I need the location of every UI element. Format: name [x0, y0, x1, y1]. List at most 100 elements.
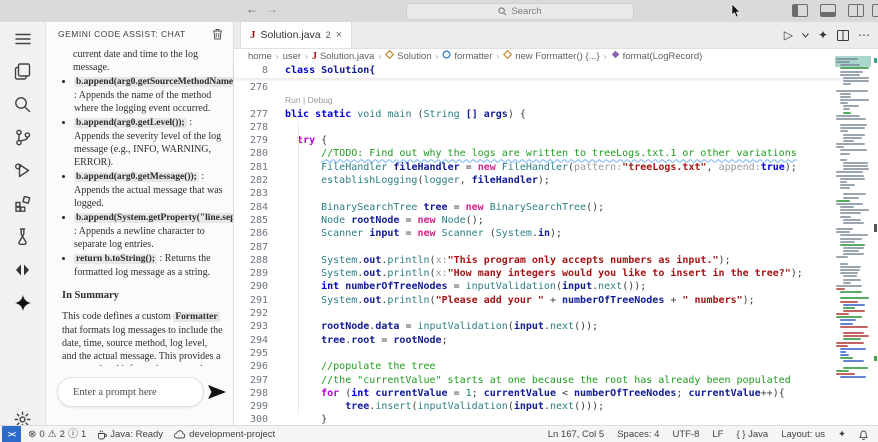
code-line[interactable]: 278	[234, 121, 858, 134]
code-line[interactable]: 293 rootNode.data = inputValidation(inpu…	[234, 320, 858, 333]
trash-icon[interactable]	[212, 28, 223, 40]
activity-testing-icon[interactable]	[0, 220, 45, 253]
code-line[interactable]: 291 System.out.println("Please add your …	[234, 294, 858, 307]
gemini-sparkle-icon[interactable]: ✦	[818, 29, 828, 41]
tab-solution-java[interactable]: J Solution.java 2 ×	[240, 22, 353, 48]
info-count: 1	[80, 429, 87, 440]
eol[interactable]: LF	[712, 429, 723, 440]
breadcrumb-item[interactable]: home	[248, 51, 272, 62]
code-line[interactable]: 277 blic static void main (String [] args…	[234, 108, 858, 121]
breadcrumbs[interactable]: home › user › J Solution.java › Solution › format…	[234, 48, 878, 64]
breadcrumb-item[interactable]: new Formatter() {...}	[503, 49, 600, 62]
tab-problems-badge: 2	[325, 30, 331, 40]
java-status[interactable]: Java: Ready	[97, 429, 163, 440]
indentation[interactable]: Spaces: 4	[617, 429, 659, 440]
encoding[interactable]: UTF-8	[672, 429, 699, 440]
breadcrumb-item[interactable]: J Solution.java	[312, 51, 374, 62]
tab-close-icon[interactable]: ×	[336, 29, 342, 41]
code-line[interactable]: 300 }	[234, 413, 858, 425]
activity-run-debug-icon[interactable]	[0, 154, 45, 187]
code-line[interactable]: 294 tree.root = rootNode;	[234, 334, 858, 347]
activity-menu-icon[interactable]	[0, 22, 45, 55]
code-line[interactable]: 298 for (int currentValue = 1; currentVa…	[234, 387, 858, 400]
code-line[interactable]: 296 //populate the tree	[234, 360, 858, 373]
sparkle-status-icon[interactable]: ✦	[838, 429, 846, 440]
cursor-position[interactable]: Ln 167, Col 5	[548, 429, 605, 440]
tab-bar: J Solution.java 2 × ▷ ✦ ⋯	[234, 22, 878, 49]
activity-extensions-icon[interactable]	[0, 187, 45, 220]
code-line[interactable]: 279 try {	[234, 134, 858, 147]
activity-gemini-code-assist-icon[interactable]	[0, 286, 45, 319]
field-symbol-icon	[442, 50, 451, 62]
code-line[interactable]: 295	[234, 347, 858, 360]
code-line[interactable]: 297 //the "currentValue" starts at one b…	[234, 374, 858, 387]
code-line[interactable]: 281 FileHandler fileHandler = new FileHa…	[234, 161, 858, 174]
error-count: 0	[39, 429, 45, 440]
keyboard-layout[interactable]: Layout: us	[781, 429, 825, 440]
code-line[interactable]: 299 tree.insert(inputValidation(input.ne…	[234, 400, 858, 413]
toggle-secondary-sidebar-icon[interactable]	[848, 4, 864, 17]
status-bar: >< ⊗ 0 ⚠ 2 ⓘ 1 Java: Ready development-p…	[0, 425, 878, 442]
code-line[interactable]: 282 establishLogging(logger, fileHandler…	[234, 174, 858, 187]
error-icon: ⊗	[28, 428, 37, 440]
problems-indicator[interactable]: ⊗ 0 ⚠ 2 ⓘ 1	[28, 429, 86, 440]
code-line[interactable]: 288 System.out.println(x:"This program o…	[234, 254, 858, 267]
toggle-panel-icon[interactable]	[820, 4, 836, 17]
chat-bullet: b.append(arg0.getLevel()); : Appends the…	[74, 116, 223, 169]
send-icon[interactable]	[207, 384, 227, 400]
code-line[interactable]: 284 BinarySearchTree tree = new BinarySe…	[234, 201, 858, 214]
bell-icon[interactable]	[859, 430, 868, 440]
editor-group: J Solution.java 2 × ▷ ✦ ⋯ home › user › J Sol…	[234, 22, 878, 425]
code-line[interactable]: 285 Node rootNode = new Node();	[234, 214, 858, 227]
java-cup-icon	[98, 429, 108, 439]
breadcrumb-item[interactable]: format(LogRecord)	[611, 50, 702, 62]
language-mode[interactable]: { } Java	[736, 429, 768, 440]
code-line[interactable]: 276	[234, 81, 858, 94]
run-dropdown-chevron-icon[interactable]	[802, 32, 809, 38]
breadcrumb-item[interactable]: Solution	[385, 49, 432, 62]
code-line[interactable]: 280 //TODO: Find out why the logs are wr…	[234, 147, 858, 160]
activity-source-control-icon[interactable]	[0, 121, 45, 154]
code-line[interactable]: 287	[234, 241, 858, 254]
split-editor-icon[interactable]	[837, 29, 849, 41]
chat-input-placeholder: Enter a prompt here	[73, 386, 157, 398]
java-symbol-icon: J	[311, 50, 317, 62]
vscode-window: { "title_bar": { "search_placeholder": "…	[0, 0, 878, 442]
activity-search-icon[interactable]	[0, 88, 45, 121]
sticky-scroll-line[interactable]: 8 class Solution{	[234, 64, 858, 78]
codelens-run-debug[interactable]: Run | Debug	[234, 94, 858, 107]
activity-gemini-icon[interactable]	[0, 253, 45, 286]
more-actions-icon[interactable]: ⋯	[858, 29, 870, 41]
title-bar: ← → Search	[0, 0, 878, 23]
activity-explorer-icon[interactable]	[0, 55, 45, 88]
code-line[interactable]: 292	[234, 307, 858, 320]
overview-ruler	[874, 56, 877, 416]
search-input[interactable]: Search	[406, 3, 634, 20]
code-line[interactable]: 283	[234, 187, 858, 200]
code-area[interactable]: 276 Run | Debug 277 blic static void main (…	[234, 78, 858, 425]
minimap[interactable]	[835, 56, 871, 386]
java-status-label: Java: Ready	[110, 429, 164, 440]
code-line[interactable]: 286 Scanner input = new Scanner (System.…	[234, 227, 858, 240]
code-line[interactable]: 289 System.out.println(x:"How many integ…	[234, 267, 858, 280]
breadcrumb-item[interactable]: formatter	[442, 50, 492, 62]
code-line[interactable]: 290 int numberOfTreeNodes = inputValidat…	[234, 280, 858, 293]
search-placeholder: Search	[511, 6, 542, 17]
forward-icon[interactable]: →	[266, 2, 278, 16]
mouse-cursor	[731, 4, 741, 18]
customize-layout-icon[interactable]	[872, 4, 878, 17]
class-symbol-icon	[503, 49, 513, 62]
run-button[interactable]: ▷	[784, 29, 793, 41]
remote-indicator[interactable]: ><	[2, 426, 21, 442]
warning-count: 2	[59, 429, 65, 440]
back-icon[interactable]: ←	[246, 2, 258, 16]
indent-guide	[298, 122, 299, 414]
breadcrumb-item[interactable]: user	[283, 51, 301, 62]
chat-bullet: b.append(System.getProperty("line.separa…	[74, 211, 233, 251]
search-icon	[498, 7, 507, 16]
toggle-sidebar-icon[interactable]	[792, 4, 808, 17]
cloud-project[interactable]: development-project	[174, 429, 275, 440]
chat-prompt-input[interactable]: Enter a prompt here	[57, 377, 204, 407]
cloud-icon	[174, 430, 186, 439]
chat-bullet: b.append(arg0.getMessage()); : Appends t…	[74, 170, 223, 210]
